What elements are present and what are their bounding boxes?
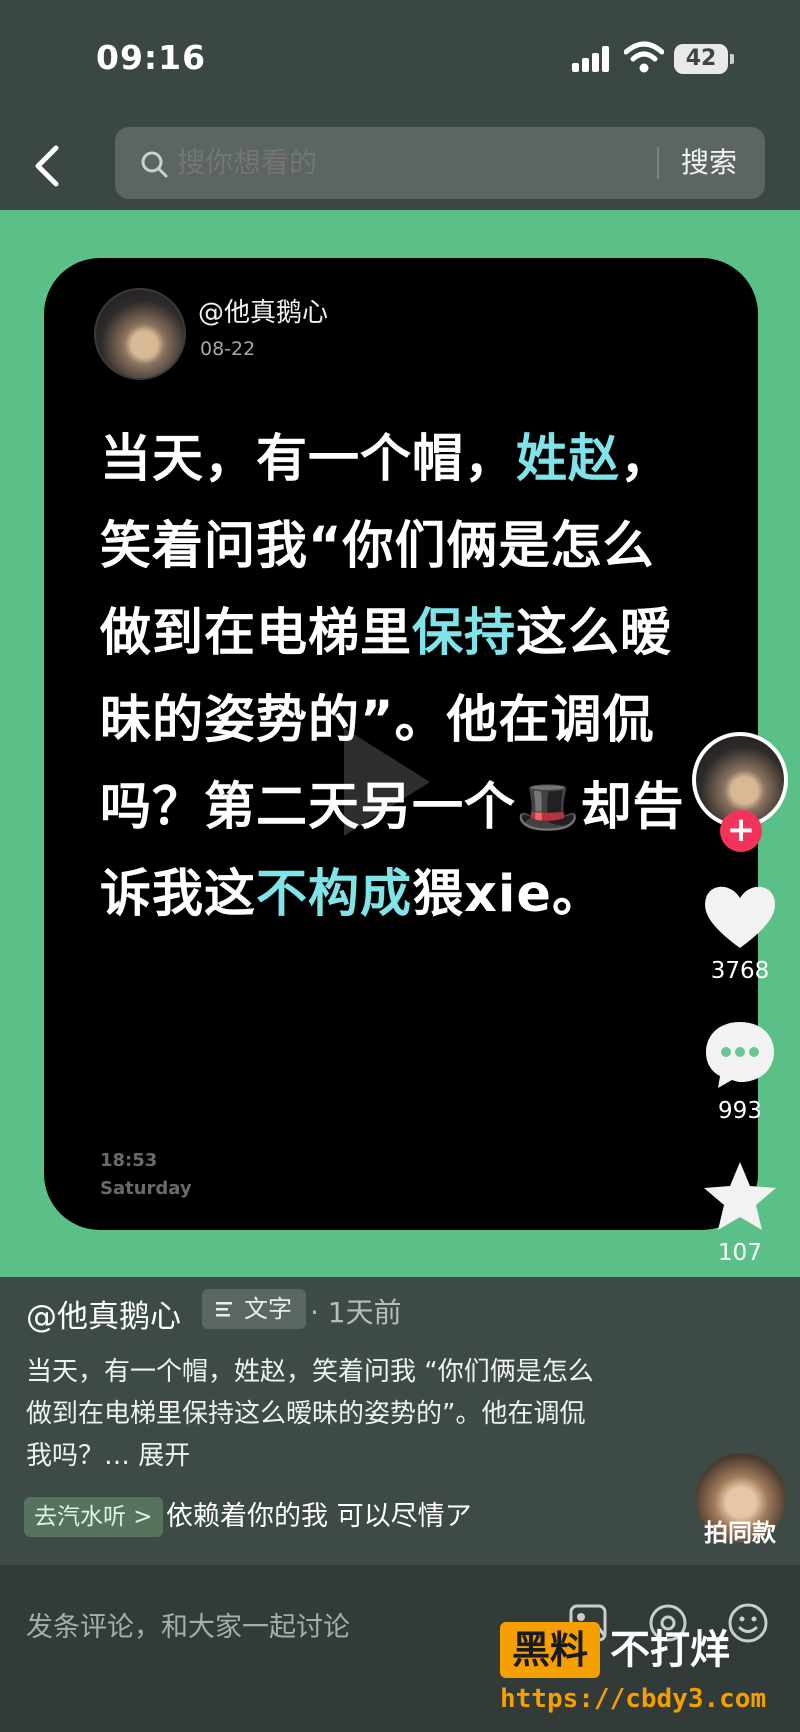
like-heart-icon[interactable]: [700, 880, 780, 952]
search-button[interactable]: 搜索: [681, 127, 737, 199]
post-card: @他真鹅心 08-22 当天，有一个帽，姓赵，笑着问我“你们俩是怎么做到在电梯里…: [44, 258, 758, 1230]
card-clock: 18:53: [100, 1150, 158, 1171]
search-divider: [657, 147, 659, 179]
music-app-link[interactable]: 去汽水听 >: [24, 1497, 163, 1537]
music-title[interactable]: 依赖着你的我 可以尽情ア: [166, 1497, 496, 1537]
post-time-ago: · 1天前: [310, 1296, 402, 1329]
comment-bubble-icon[interactable]: [700, 1018, 780, 1090]
top-bar: 09:16 42 搜索: [0, 0, 800, 210]
card-avatar: [94, 288, 186, 380]
comment-count: 993: [718, 1098, 762, 1124]
highlighted-text: 姓赵: [516, 430, 621, 489]
status-time: 09:16: [96, 38, 207, 77]
like-count: 3768: [710, 958, 770, 984]
favorite-star-icon[interactable]: [700, 1160, 780, 1232]
watermark-badge: 黑料: [500, 1622, 601, 1678]
card-date: 08-22: [200, 338, 256, 360]
back-arrow-icon[interactable]: [30, 144, 66, 188]
post-description[interactable]: 当天，有一个帽，姓赵，笑着问我 “你们俩是怎么做到在电梯里保持这么暧昧的姿势的”…: [26, 1351, 606, 1477]
battery-indicator: 42: [674, 44, 734, 74]
highlighted-text: 不构成: [256, 865, 413, 924]
card-text-segment: 当天，有一个帽，: [100, 430, 517, 489]
text-lines-icon: [216, 1302, 232, 1317]
content-type-tag[interactable]: 文字: [202, 1289, 306, 1329]
status-bar: 09:16 42: [0, 0, 800, 110]
card-text-segment: 猥xie。: [412, 865, 604, 924]
card-username: @他真鹅心: [198, 298, 329, 328]
watermark-url: https://cbdy3.com: [500, 1684, 767, 1714]
same-style-label[interactable]: 拍同款: [680, 1513, 800, 1548]
card-text: 当天，有一个帽，姓赵，笑着问我“你们俩是怎么做到在电梯里保持这么暧昧的姿势的”。…: [100, 416, 700, 938]
post-info: @他真鹅心 文字 · 1天前 当天，有一个帽，姓赵，笑着问我 “你们俩是怎么做到…: [0, 1277, 800, 1565]
emoji-icon[interactable]: [726, 1601, 770, 1645]
search-input[interactable]: [177, 127, 617, 199]
comment-input[interactable]: 发条评论，和大家一起讨论: [26, 1605, 350, 1644]
tag-label: 文字: [244, 1295, 292, 1323]
highlighted-text: 保持: [412, 604, 517, 663]
search-bar[interactable]: 搜索: [115, 127, 765, 199]
play-icon[interactable]: [344, 728, 430, 836]
search-icon: [141, 151, 168, 178]
post-author[interactable]: @他真鹅心: [26, 1291, 181, 1336]
card-day: Saturday: [100, 1178, 192, 1199]
watermark-text: 不打烊: [610, 1627, 730, 1673]
wifi-icon: [624, 41, 664, 73]
follow-plus-icon[interactable]: +: [720, 810, 762, 852]
cellular-signal-icon: [572, 46, 614, 72]
favorite-count: 107: [718, 1240, 762, 1266]
